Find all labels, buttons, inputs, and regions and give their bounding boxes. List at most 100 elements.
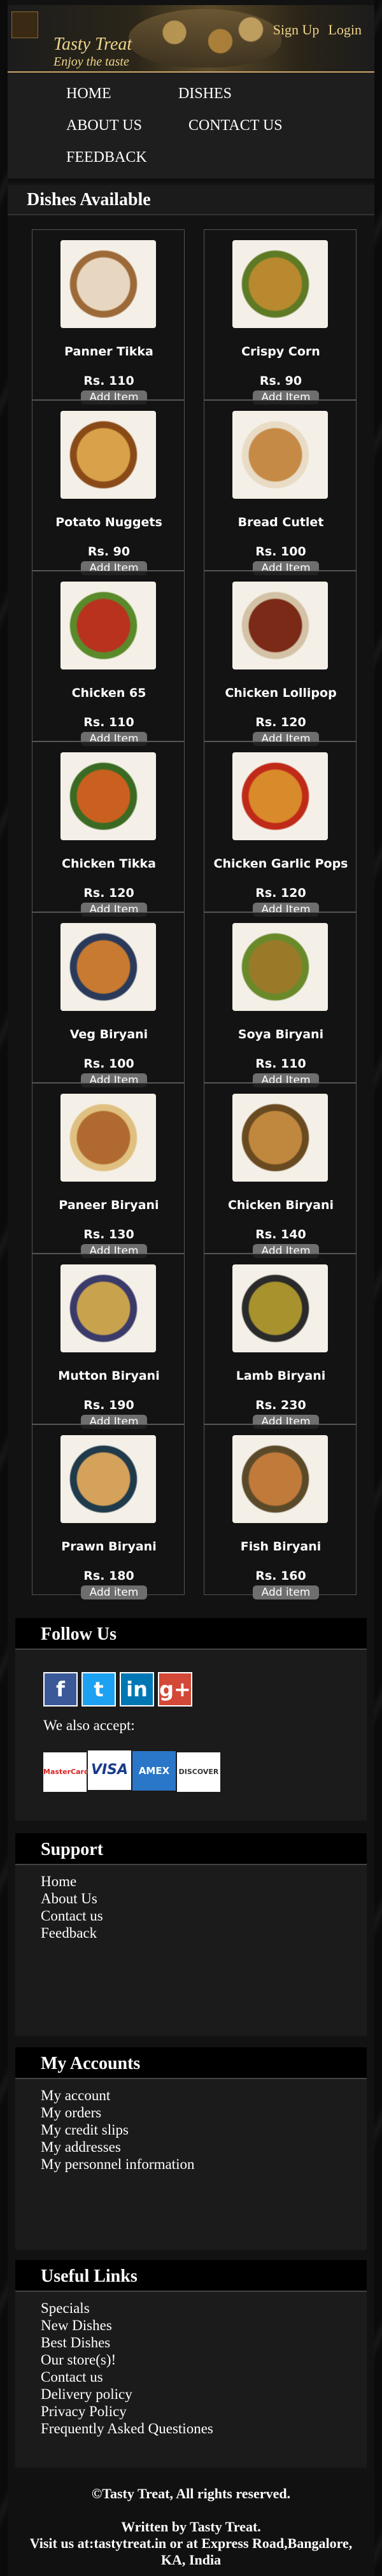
dish-price: Rs. 110 xyxy=(255,1057,306,1071)
dish-card: Potato Nuggets Rs. 90 Add Item xyxy=(32,400,185,575)
dish-image xyxy=(60,1264,156,1352)
nav-about[interactable]: ABOUT US xyxy=(66,117,142,134)
support-link-about[interactable]: About Us xyxy=(41,1890,103,1907)
dish-image xyxy=(232,240,328,328)
useful-header: Useful Links xyxy=(15,2260,367,2292)
accounts-panel: My Accounts My account My orders My cred… xyxy=(15,2047,367,2250)
login-link[interactable]: Login xyxy=(328,22,362,38)
dish-name: Chicken Biryani xyxy=(227,1198,334,1212)
useful-link-privacy[interactable]: Privacy Policy xyxy=(41,2403,213,2420)
dish-image xyxy=(232,1264,328,1352)
nav-divider xyxy=(8,178,374,182)
dish-name: Chicken Lollipop xyxy=(225,686,337,700)
useful-link-best[interactable]: Best Dishes xyxy=(41,2334,213,2351)
dishes-section-header: Dishes Available xyxy=(8,185,374,215)
useful-link-new[interactable]: New Dishes xyxy=(41,2317,213,2334)
dish-image xyxy=(232,752,328,840)
support-header: Support xyxy=(15,1833,367,1865)
twitter-icon[interactable]: t xyxy=(81,1672,116,1707)
nav-contact[interactable]: CONTACT US xyxy=(188,117,283,134)
account-link-addresses[interactable]: My addresses xyxy=(41,2138,194,2156)
dish-price: Rs. 110 xyxy=(83,715,134,729)
useful-link-faq[interactable]: Frequently Asked Questiones xyxy=(41,2420,213,2437)
social-icons: f t in g+ xyxy=(43,1672,196,1707)
visit-address-text: Visit us at:tastytreat.in or at Express … xyxy=(29,2535,353,2568)
accounts-header: My Accounts xyxy=(15,2047,367,2079)
support-panel: Support Home About Us Contact us Feedbac… xyxy=(15,1833,367,2036)
account-link-orders[interactable]: My orders xyxy=(41,2104,194,2121)
dish-image xyxy=(232,923,328,1011)
dish-name: Potato Nuggets xyxy=(55,515,162,529)
mastercard-icon: MasterCard xyxy=(43,1752,89,1792)
dish-card: Veg Biryani Rs. 100 Add Item xyxy=(32,912,185,1087)
dish-price: Rs. 120 xyxy=(255,715,306,729)
account-link-credit-slips[interactable]: My credit slips xyxy=(41,2121,194,2138)
dish-price: Rs. 190 xyxy=(83,1398,134,1412)
dish-name: Chicken Tikka xyxy=(62,857,156,871)
dish-card: Mutton Biryani Rs. 190 Add Item xyxy=(32,1254,185,1429)
useful-panel: Useful Links Specials New Dishes Best Di… xyxy=(15,2260,367,2468)
dish-card: Lamb Biryani Rs. 230 Add Item xyxy=(204,1254,357,1429)
footer-credits: Written by Tasty Treat. Visit us at:tast… xyxy=(8,2519,374,2568)
dish-name: Chicken 65 xyxy=(71,686,146,700)
dish-name: Chicken Garlic Pops xyxy=(213,857,348,871)
account-link-personal-info[interactable]: My personnel information xyxy=(41,2156,194,2173)
site-footer: ©Tasty Treat, All rights reserved. Writt… xyxy=(8,2472,374,2576)
written-by-text: Written by Tasty Treat. xyxy=(121,2519,261,2535)
dish-card: Soya Biryani Rs. 110 Add Item xyxy=(204,912,357,1087)
dish-card: Chicken Biryani Rs. 140 Add Item xyxy=(204,1083,357,1258)
useful-link-specials[interactable]: Specials xyxy=(41,2300,213,2317)
dish-name: Mutton Biryani xyxy=(58,1369,160,1383)
dish-card: Crispy Corn Rs. 90 Add Item xyxy=(204,229,357,404)
dishes-heading: Dishes Available xyxy=(27,190,151,210)
nav-home[interactable]: HOME xyxy=(66,85,111,103)
nav-feedback[interactable]: FEEDBACK xyxy=(66,149,147,166)
dish-price: Rs. 230 xyxy=(255,1398,306,1412)
nav-dishes[interactable]: DISHES xyxy=(178,85,232,103)
support-title: Support xyxy=(41,1840,104,1859)
brand-tagline: Enjoy the taste xyxy=(53,55,129,69)
dish-price: Rs. 100 xyxy=(255,545,306,559)
dish-name: Soya Biryani xyxy=(237,1027,324,1041)
accounts-title: My Accounts xyxy=(41,2054,141,2073)
googleplus-icon[interactable]: g+ xyxy=(158,1672,192,1707)
add-item-button[interactable]: Add item xyxy=(253,1585,319,1599)
useful-link-stores[interactable]: Our store(s)! xyxy=(41,2351,213,2368)
support-link-feedback[interactable]: Feedback xyxy=(41,1924,103,1942)
dish-name: Crispy Corn xyxy=(241,345,320,359)
dish-price: Rs. 90 xyxy=(259,374,302,388)
useful-title: Useful Links xyxy=(41,2266,138,2286)
logo-icon[interactable] xyxy=(11,11,38,38)
add-item-button[interactable]: Add item xyxy=(81,1585,147,1599)
support-link-contact[interactable]: Contact us xyxy=(41,1907,103,1924)
dish-name: Paneer Biryani xyxy=(59,1198,159,1212)
dish-card: Fish Biryani Rs. 160 Add item xyxy=(204,1424,357,1599)
dish-image xyxy=(232,1435,328,1523)
dish-price: Rs. 110 xyxy=(83,374,134,388)
dish-image xyxy=(60,752,156,840)
signup-link[interactable]: Sign Up xyxy=(273,22,320,38)
dish-image xyxy=(60,411,156,499)
dish-name: Panner Tikka xyxy=(64,345,153,359)
dish-name: Veg Biryani xyxy=(69,1027,148,1041)
dish-price: Rs. 90 xyxy=(87,545,131,559)
brand-name[interactable]: Tasty Treat xyxy=(53,34,132,55)
useful-link-contact[interactable]: Contact us xyxy=(41,2368,213,2386)
dish-name: Lamb Biryani xyxy=(236,1369,326,1383)
dish-card: Chicken Lollipop Rs. 120 Add Item xyxy=(204,571,357,746)
amex-icon: AMEX xyxy=(132,1751,176,1791)
dish-price: Rs. 100 xyxy=(83,1057,134,1071)
dish-card: Paneer Biryani Rs. 130 Add Item xyxy=(32,1083,185,1258)
account-link-account[interactable]: My account xyxy=(41,2087,194,2104)
support-link-home[interactable]: Home xyxy=(41,1873,103,1890)
copyright-text: ©Tasty Treat, All rights reserved. xyxy=(91,2486,291,2501)
dish-price: Rs. 130 xyxy=(83,1227,134,1241)
facebook-icon[interactable]: f xyxy=(43,1672,78,1707)
useful-link-delivery[interactable]: Delivery policy xyxy=(41,2386,213,2403)
linkedin-icon[interactable]: in xyxy=(120,1672,154,1707)
auth-links: Sign Up Login xyxy=(264,22,362,38)
dish-price: Rs. 160 xyxy=(255,1569,306,1583)
dish-price: Rs. 120 xyxy=(83,886,134,900)
dish-card: Chicken 65 Rs. 110 Add Item xyxy=(32,571,185,746)
dish-image xyxy=(60,923,156,1011)
